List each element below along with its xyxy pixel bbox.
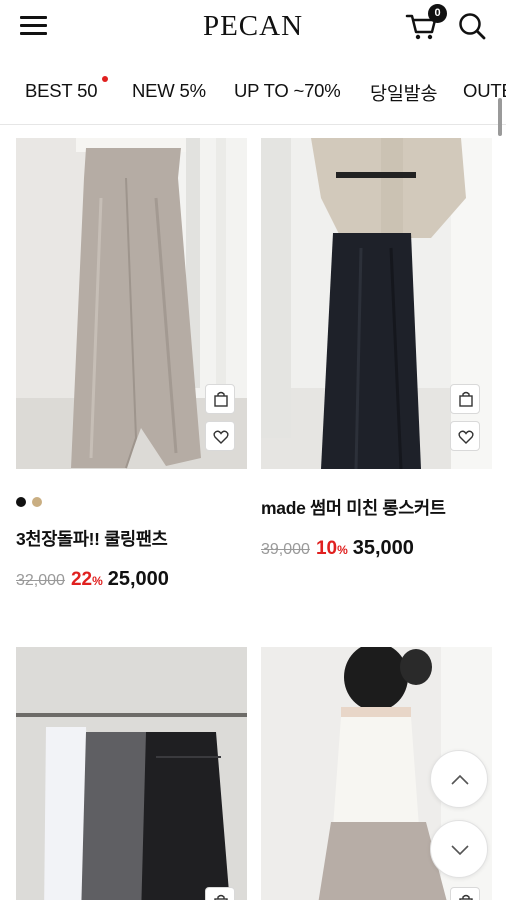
tab-new-5[interactable]: NEW 5% xyxy=(132,80,206,102)
wishlist-heart-button[interactable] xyxy=(450,421,480,451)
header: PECAN 0 xyxy=(0,0,506,52)
add-to-cart-button[interactable] xyxy=(205,384,235,414)
scroll-to-top-button[interactable] xyxy=(430,750,488,808)
wishlist-heart-button[interactable] xyxy=(205,421,235,451)
discount-unit: % xyxy=(92,574,103,588)
price-row: 32,000 22% 25,000 xyxy=(16,568,169,591)
color-swatches xyxy=(16,494,48,507)
tab-same-day-shipping[interactable]: 당일발송 xyxy=(370,80,437,106)
discount-rate: 22 xyxy=(70,569,93,590)
color-swatch-beige xyxy=(32,497,42,507)
color-swatch-black xyxy=(16,497,26,507)
product-card[interactable] xyxy=(16,647,247,900)
product-name[interactable]: 3천장돌파!! 쿨링팬츠 xyxy=(16,526,168,551)
add-to-cart-button[interactable] xyxy=(450,384,480,414)
product-name[interactable]: made 썸머 미친 롱스커트 xyxy=(261,495,446,520)
product-image[interactable] xyxy=(16,647,247,900)
original-price: 32,000 xyxy=(16,572,65,589)
discount-unit: % xyxy=(337,543,348,557)
price-row: 39,000 10% 35,000 xyxy=(261,537,414,560)
add-to-cart-button[interactable] xyxy=(205,887,235,900)
product-image[interactable] xyxy=(261,138,492,469)
add-to-cart-button[interactable] xyxy=(450,887,480,900)
tabs-divider xyxy=(0,124,506,125)
original-price: 39,000 xyxy=(261,541,310,558)
sale-price: 25,000 xyxy=(107,568,169,590)
new-dot-indicator xyxy=(102,76,108,82)
product-image[interactable] xyxy=(16,138,247,469)
tab-up-to-70[interactable]: UP TO ~70% xyxy=(234,80,341,102)
tab-best-50[interactable]: BEST 50 xyxy=(25,80,98,102)
scroll-to-bottom-button[interactable] xyxy=(430,820,488,878)
category-tabs: BEST 50 NEW 5% UP TO ~70% 당일발송 OUTER xyxy=(0,62,506,122)
product-card[interactable]: made 썸머 미친 롱스커트 39,000 10% 35,000 xyxy=(261,138,492,598)
search-icon[interactable] xyxy=(456,10,488,42)
discount-rate: 10 xyxy=(315,538,338,559)
sale-price: 35,000 xyxy=(352,537,414,559)
scrollbar-thumb[interactable] xyxy=(498,98,502,136)
product-card[interactable]: 3천장돌파!! 쿨링팬츠 32,000 22% 25,000 xyxy=(16,138,247,598)
cart-count-badge: 0 xyxy=(428,4,447,23)
